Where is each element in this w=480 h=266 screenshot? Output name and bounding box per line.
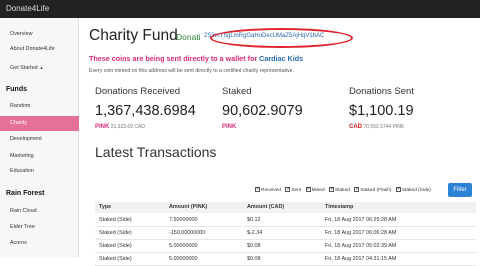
stat-sub-staked: PINK <box>222 124 236 130</box>
stat-unit: CAD <box>349 124 362 130</box>
cell-type: Staked (Side) <box>99 243 132 249</box>
cell-amount-cad: $0.08 <box>247 243 261 249</box>
stat-heading-staked: Staked <box>222 86 252 97</box>
cell-amount-cad: $-2.34 <box>247 230 263 236</box>
table-row: Staked (Side) -150.00000000 $-2.34 Fri, … <box>95 227 476 240</box>
checkbox-icon[interactable] <box>305 186 311 192</box>
main-content: Charity Fund Donati 2S3mYngLmRgGaHoDecUM… <box>79 18 480 266</box>
brand-link[interactable]: Donate4Life <box>6 4 49 13</box>
filter-staked-flash[interactable]: Staked (Flash) <box>354 186 392 193</box>
cell-timestamp: Fri, 18 Aug 2017 06:25:28 AM <box>325 217 397 223</box>
sidebar-item-overview[interactable]: Overview <box>0 27 79 42</box>
cell-amount-pink: 5.00000000 <box>169 256 198 262</box>
top-navbar: Donate4Life <box>0 0 480 18</box>
sidebar-item-about[interactable]: About Donate4Life <box>0 42 79 57</box>
stat-value-sent: $1,100.19 <box>349 103 414 119</box>
stat-sub-sent: CAD 70,552.5744 PINK <box>349 124 404 130</box>
filter-mined[interactable]: Mined <box>305 186 325 193</box>
transaction-filters: Received Sent Mined Staked Staked (Flash… <box>255 186 434 193</box>
cell-amount-pink: 7.50000000 <box>169 217 198 223</box>
filter-label: Staked (Flash) <box>360 188 392 193</box>
charity-notice: These coins are being sent directly to a… <box>89 54 303 63</box>
filter-label: Sent <box>291 188 302 193</box>
checkbox-icon[interactable] <box>354 186 359 192</box>
table-row: Staked (Side) 5.00000000 $0.08 Fri, 18 A… <box>95 240 476 253</box>
table-header: Type Amount (PINK) Amount (CAD) Timestam… <box>95 202 476 213</box>
sidebar-item-marketing[interactable]: Marketing <box>0 149 79 164</box>
checkbox-icon[interactable] <box>328 186 334 192</box>
stat-unit: PINK <box>222 124 237 130</box>
stat-heading-sent: Donations Sent <box>349 86 414 97</box>
stat-value-received: 1,367,438.6984 <box>95 103 196 119</box>
funds-heading: Funds <box>6 86 27 93</box>
sidebar-item-acorns[interactable]: Acorns <box>0 236 79 251</box>
table-row: Staked (Side) 5.00000000 $0.08 Fri, 18 A… <box>95 253 476 266</box>
transactions-title: Latest Transactions <box>95 144 217 160</box>
filter-sent[interactable]: Sent <box>285 186 302 193</box>
sidebar-item-label: Get Started <box>10 65 38 71</box>
column-header[interactable]: Type <box>99 204 111 210</box>
sidebar-item-get-started[interactable]: Get Started ▲ <box>0 60 79 75</box>
cell-amount-pink: -150.00000000 <box>169 230 206 236</box>
stat-value-staked: 90,602.9079 <box>222 103 303 119</box>
sidebar-item-development[interactable]: Development <box>0 132 79 147</box>
filter-button[interactable]: Filter <box>448 183 472 197</box>
sidebar-item-charity[interactable]: Charity <box>0 116 79 131</box>
cell-timestamp: Fri, 18 Aug 2017 06:06:28 AM <box>325 230 397 236</box>
caret-icon: ▲ <box>39 65 44 70</box>
notice-text: These coins are being sent directly to a… <box>89 54 260 63</box>
checkbox-icon[interactable] <box>285 186 291 192</box>
stat-sub-text: 21,323.69 CAD <box>110 124 145 130</box>
cell-timestamp: Fri, 18 Aug 2017 05:02:39 AM <box>325 243 397 249</box>
table-row: Staked (Side) 7.50000000 $0.12 Fri, 18 A… <box>95 214 476 227</box>
column-header[interactable]: Timestamp <box>325 204 353 210</box>
cell-type: Staked (Side) <box>99 256 132 262</box>
cell-amount-cad: $0.12 <box>247 217 261 223</box>
filter-label: Received <box>261 188 281 193</box>
column-header[interactable]: Amount (CAD) <box>247 204 284 210</box>
filter-staked-side[interactable]: Staked (Side) <box>395 186 431 193</box>
cardiac-kids-link[interactable]: Cardiac Kids <box>259 54 303 63</box>
sidebar-item-rain-cloud[interactable]: Rain Cloud <box>0 204 79 219</box>
filter-label: Mined <box>311 188 325 193</box>
sidebar: Overview About Donate4Life Get Started ▲ … <box>0 18 79 258</box>
filter-label: Staked <box>334 188 350 193</box>
stat-sub-received: PINK 21,323.69 CAD <box>95 124 145 130</box>
highlight-oval <box>210 28 353 48</box>
checkbox-icon[interactable] <box>395 186 401 192</box>
stat-sub-text: 70,552.5744 PINK <box>363 124 405 130</box>
cell-amount-cad: $0.08 <box>247 256 261 262</box>
sidebar-item-education[interactable]: Education <box>0 164 79 179</box>
page-title: Charity Fund <box>89 27 178 44</box>
filter-staked[interactable]: Staked <box>328 186 350 193</box>
sidebar-item-elder-tree[interactable]: Elder Tree <box>0 220 79 235</box>
column-header[interactable]: Amount (PINK) <box>169 204 207 210</box>
rainforest-heading: Rain Forest <box>6 190 45 197</box>
cell-timestamp: Fri, 18 Aug 2017 04:31:15 AM <box>325 256 397 262</box>
subnote: Every coin minted on this address will b… <box>89 68 294 74</box>
filter-label: Staked (Side) <box>401 188 431 193</box>
cell-type: Staked (Side) <box>99 230 132 236</box>
page-title-tag: Donati <box>176 32 201 42</box>
stat-unit: PINK <box>95 124 110 130</box>
checkbox-icon[interactable] <box>255 186 260 192</box>
sidebar-item-random[interactable]: Random <box>0 99 79 114</box>
cell-type: Staked (Side) <box>99 217 132 223</box>
cell-amount-pink: 5.00000000 <box>169 243 198 249</box>
filter-received[interactable]: Received <box>255 186 281 193</box>
stat-heading-received: Donations Received <box>95 86 181 97</box>
